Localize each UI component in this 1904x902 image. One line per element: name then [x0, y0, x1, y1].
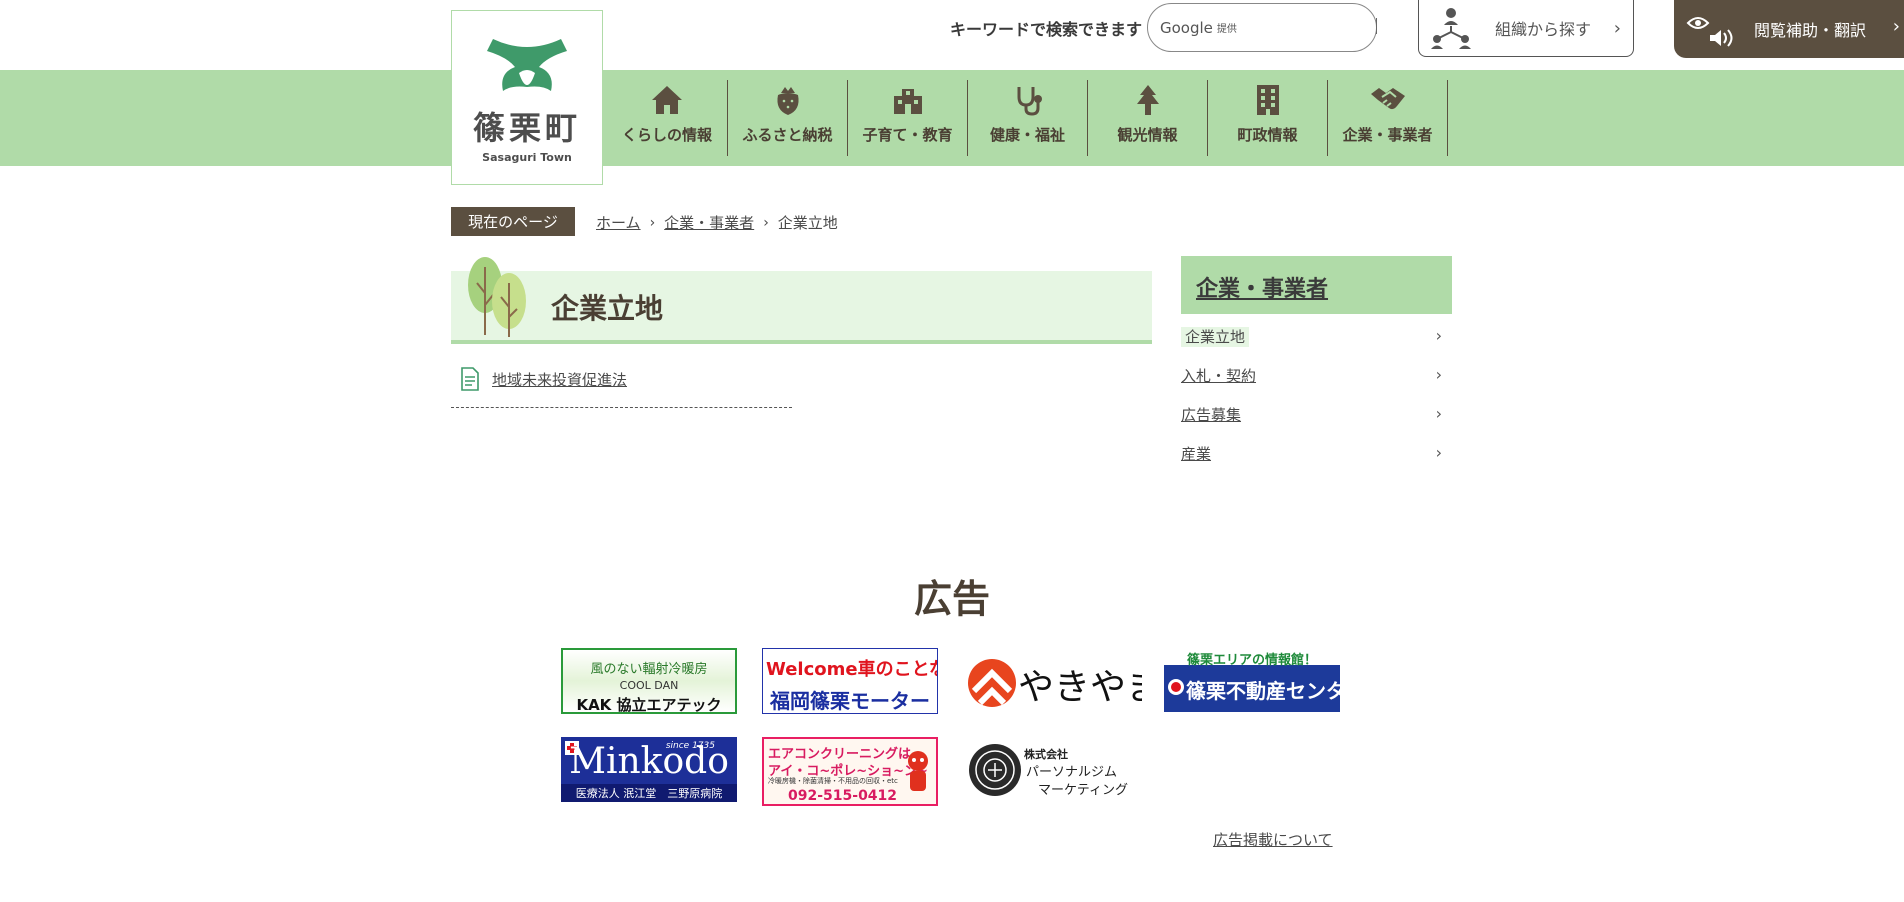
- ad-text: やきやま: [1018, 667, 1142, 708]
- handshake-icon: [1370, 88, 1405, 110]
- org-search-button[interactable]: 組織から探す ›: [1418, 0, 1634, 57]
- town-name-en: Sasaguri Town: [482, 151, 572, 164]
- list-item: 地域未来投資促進法: [460, 367, 627, 391]
- side-menu: 企業立地 › 入札・契約 › 広告募集 › 産業 ›: [1181, 326, 1452, 482]
- gnav-item-living[interactable]: くらしの情報: [607, 80, 728, 156]
- house-icon: [652, 86, 682, 114]
- chevron-right-icon: ›: [1613, 18, 1621, 39]
- strawberry-icon: [776, 87, 799, 115]
- ad-banner-kyoritsu[interactable]: 風のない輻射冷暖房 COOL DAN KAK 協立エアテック: [561, 648, 737, 714]
- ad-text: マーケティング: [1038, 783, 1128, 798]
- ad-text: COOL DAN: [619, 679, 679, 692]
- chevron-right-icon: ›: [1892, 16, 1900, 37]
- page-heading: 企業立地: [451, 257, 1152, 344]
- gnav-item-business[interactable]: 企業・事業者: [1328, 80, 1448, 156]
- accessibility-label: 閲覧補助・翻訳: [1754, 21, 1867, 40]
- ad-text: 株式会社: [1024, 748, 1068, 761]
- accessibility-translate-button[interactable]: 閲覧補助・翻訳 ›: [1674, 0, 1904, 58]
- google-provided-label: 提供: [1216, 24, 1237, 35]
- document-icon: [461, 367, 479, 391]
- chevron-right-icon: ›: [763, 214, 769, 231]
- search-label: キーワードで検索できます: [950, 20, 1143, 39]
- side-item-label[interactable]: 企業立地: [1181, 327, 1250, 347]
- regional-investment-link[interactable]: 地域未来投資促進法: [492, 369, 627, 390]
- chevron-right-icon: ›: [1435, 443, 1442, 462]
- chevron-right-icon: ›: [649, 214, 656, 231]
- eye-speaker-icon: [1686, 17, 1733, 47]
- side-item-label[interactable]: 広告募集: [1181, 406, 1241, 424]
- gnav-label: 子育て・教育: [862, 126, 953, 144]
- building-icon: [1256, 85, 1279, 115]
- gym-seal-icon: [969, 744, 1021, 796]
- mascot-icon: [908, 751, 928, 791]
- breadcrumb-home-link[interactable]: ホーム: [596, 212, 641, 233]
- town-logo-link[interactable]: 篠栗町 Sasaguri Town: [451, 10, 603, 185]
- search-input[interactable]: [1244, 19, 1365, 36]
- trees-icon: [468, 257, 526, 337]
- side-menu-heading: 企業・事業者: [1181, 256, 1452, 314]
- global-nav: くらしの情報 ふるさと納税 子育て・教育 健康・福祉 観光情報 町政情報 企業・…: [607, 80, 1448, 156]
- town-name: 篠栗町: [472, 109, 581, 147]
- side-item-label[interactable]: 入札・契約: [1181, 367, 1256, 385]
- ad-text: 篠栗エリアの情報館！: [1186, 653, 1317, 668]
- gnav-item-tourism[interactable]: 観光情報: [1088, 80, 1208, 156]
- realestate-logo-icon: [1168, 679, 1184, 695]
- ad-banner-minkodo[interactable]: Minkodo since 1735 医療法人 泯江堂 三野原病院: [561, 737, 737, 802]
- gnav-item-government[interactable]: 町政情報: [1208, 80, 1328, 156]
- ads-title: 広告: [913, 577, 990, 621]
- tree-icon: [1136, 85, 1159, 115]
- gnav-label: 健康・福祉: [989, 126, 1065, 144]
- org-search-label: 組織から探す: [1495, 20, 1592, 39]
- ad-text: Welcome車のことならOK!: [766, 659, 937, 680]
- ad-text: 篠栗不動産センター: [1186, 679, 1340, 703]
- gnav-label: 町政情報: [1237, 126, 1298, 144]
- breadcrumb: ホーム › 企業・事業者 › 企業立地: [596, 212, 838, 233]
- gnav-item-childcare[interactable]: 子育て・教育: [848, 80, 968, 156]
- google-logo: Google: [1160, 18, 1213, 37]
- ad-text: パーソナルジム: [1026, 765, 1118, 780]
- ad-text: 医療法人 泯江堂 三野原病院: [575, 787, 723, 800]
- ads-info-link[interactable]: 広告掲載について: [1213, 829, 1333, 850]
- town-emblem-icon: [487, 39, 567, 91]
- chevron-right-icon: ›: [1435, 365, 1442, 384]
- breadcrumb-current: 企業立地: [777, 214, 838, 232]
- school-icon: [893, 89, 922, 114]
- gnav-item-health[interactable]: 健康・福祉: [968, 80, 1088, 156]
- side-item-industry[interactable]: 産業 ›: [1181, 443, 1452, 482]
- ad-banner-yakiyama[interactable]: やきやま: [966, 648, 1142, 714]
- gnav-label: 観光情報: [1117, 126, 1178, 144]
- ad-text: since 1735: [665, 741, 715, 751]
- side-menu-heading-link[interactable]: 企業・事業者: [1196, 271, 1328, 303]
- side-item-label[interactable]: 産業: [1181, 445, 1211, 463]
- chevron-right-icon: ›: [1435, 404, 1442, 423]
- chevron-right-icon: ›: [1435, 326, 1442, 345]
- gnav-label: ふるさと納税: [742, 126, 833, 144]
- breadcrumb-business-link[interactable]: 企業・事業者: [664, 212, 754, 233]
- ad-banner-aircon-cleaning[interactable]: エアコンクリーニングは アイ・コ~ポレ~ショ~ン~ 冷暖房機・除菌清掃・不用品の…: [762, 737, 938, 806]
- org-chart-icon: [1431, 8, 1471, 49]
- yakiyama-logo-icon: [968, 659, 1016, 707]
- ad-text: 風のない輻射冷暖房: [590, 662, 708, 677]
- side-item-ad-recruit[interactable]: 広告募集 ›: [1181, 404, 1452, 443]
- ad-banner-sasaguri-realestate[interactable]: 篠栗エリアの情報館！ 篠栗不動産センター: [1164, 648, 1340, 712]
- ad-banner-fukuoka-motor[interactable]: Welcome車のことならOK! 福岡篠栗モーター: [762, 648, 938, 714]
- side-item-location[interactable]: 企業立地 ›: [1181, 326, 1452, 365]
- side-item-bidding[interactable]: 入札・契約 ›: [1181, 365, 1452, 404]
- ad-text: 福岡篠栗モーター: [770, 689, 930, 713]
- gnav-item-furusato[interactable]: ふるさと納税: [728, 80, 848, 156]
- stethoscope-icon: [1017, 87, 1042, 116]
- gnav-label: 企業・事業者: [1342, 126, 1433, 144]
- page-title: 企業立地: [551, 292, 664, 325]
- ad-text: KAK 協立エアテック: [576, 696, 722, 714]
- ad-banner-personal-gym[interactable]: 株式会社 パーソナルジム マーケティング: [966, 737, 1142, 803]
- current-page-tag: 現在のページ: [451, 207, 575, 236]
- search-box[interactable]: Google 提供: [1147, 3, 1377, 52]
- search-caret: [1376, 18, 1377, 34]
- gnav-label: くらしの情報: [621, 126, 712, 144]
- divider: [451, 407, 792, 408]
